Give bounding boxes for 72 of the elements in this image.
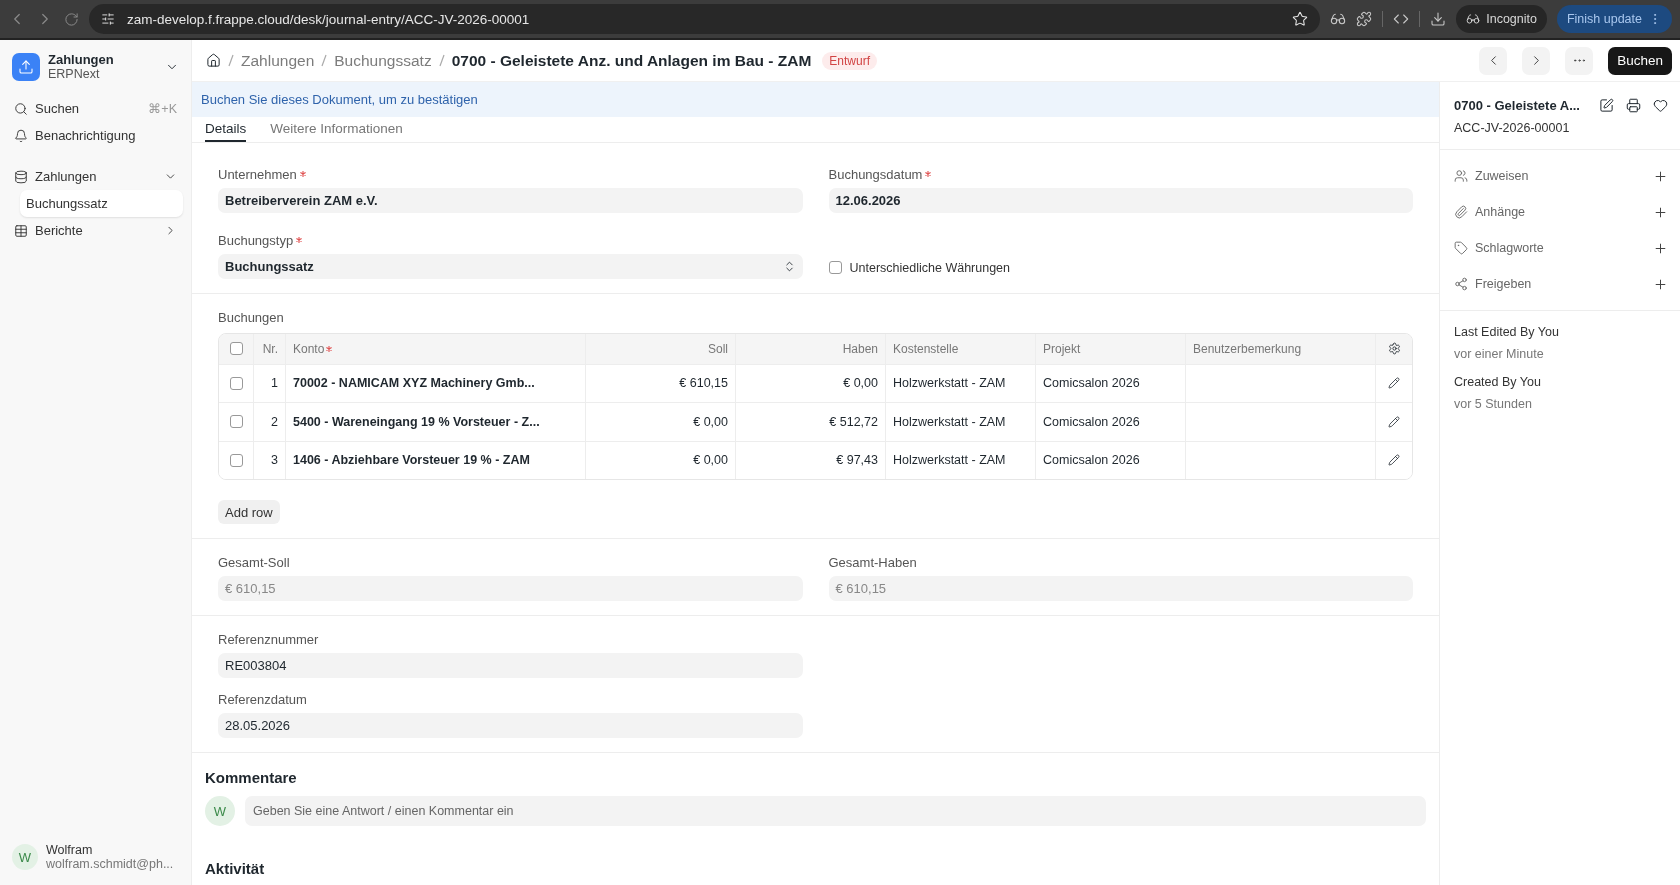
panel-action[interactable]: Zuweisen — [1475, 169, 1646, 183]
table-cell: 5400 - Wareneingang 19 % Vorsteuer - Z... — [285, 403, 585, 441]
user-avatar: W — [12, 844, 38, 870]
tab[interactable]: Details — [205, 117, 247, 142]
table-cell: Comicsalon 2026 — [1035, 403, 1185, 441]
tab[interactable]: Weitere Informationen — [270, 117, 403, 142]
update-button[interactable]: Finish update — [1556, 5, 1672, 33]
sidebar-section[interactable]: Berichte — [8, 217, 183, 244]
select-field[interactable]: Buchungssatz — [218, 253, 803, 279]
column-header: Nr. — [253, 333, 285, 364]
submit-button[interactable]: Buchen — [1608, 46, 1672, 75]
user-email: wolfram.schmidt@ph... — [46, 857, 175, 871]
panel-action[interactable]: Freigeben — [1475, 277, 1646, 291]
column-header: Konto — [285, 333, 585, 364]
status-badge: Entwurf — [822, 51, 878, 70]
column-header: Haben — [735, 333, 885, 364]
user-avatar: W — [205, 796, 235, 826]
section-title: Kommentare — [205, 769, 298, 786]
table-cell: Holzwerkstatt - ZAM — [885, 403, 1035, 441]
table-cell: 1406 - Abziehbare Vorsteuer 19 % - ZAM — [285, 441, 585, 479]
readonly-field: € 610,15 — [218, 576, 803, 601]
meta-time: vor 5 Stunden — [1454, 397, 1533, 411]
column-header: Soll — [585, 333, 735, 364]
panel-action[interactable]: Schlagworte — [1475, 241, 1646, 255]
input-field[interactable]: RE003804 — [218, 653, 803, 678]
checkbox-label: Unterschiedliche Währungen — [849, 260, 1010, 275]
sidebar-item[interactable]: Buchungssatz — [20, 190, 183, 217]
section-label: Buchungen — [218, 309, 285, 325]
table-cell: € 512,72 — [735, 403, 885, 441]
page-title: 0700 - Geleistete Anz. und Anlagen im Bau - ZAM — [451, 51, 812, 70]
column-header: Projekt — [1035, 333, 1185, 364]
meta-time: vor einer Minute — [1454, 347, 1545, 361]
table-cell: Comicsalon 2026 — [1035, 441, 1185, 479]
input-field[interactable]: 12.06.2026 — [828, 187, 1413, 213]
sidebar-item[interactable]: Suchen ⌘+K — [8, 95, 183, 122]
field-label: Buchungsdatum — [828, 166, 1413, 182]
field-label: Unternehmen — [218, 166, 803, 182]
input-field[interactable]: 28.05.2026 — [218, 713, 803, 738]
add-row-button[interactable]: Add row — [218, 500, 280, 524]
document-id: ACC-JV-2026-00001 — [1454, 121, 1571, 135]
address-bar[interactable]: zam-develop.f.frappe.cloud/desk/journal-entry/ACC-JV-2026-00001 — [89, 4, 1321, 34]
app-title: Zahlungen — [48, 52, 115, 67]
section-title: Aktivität — [205, 860, 266, 877]
url-text: zam-develop.f.frappe.cloud/desk/journal-entry/ACC-JV-2026-00001 — [127, 11, 531, 27]
comment-field[interactable]: Geben Sie eine Antwort / einen Kommentar ein — [245, 796, 1426, 826]
meta-label: Last Edited By You — [1454, 325, 1560, 339]
info-banner: Buchen Sie dieses Dokument, um zu bestätigen — [192, 82, 1439, 117]
field-label: Gesamt-Haben — [828, 555, 918, 570]
readonly-field: € 610,15 — [828, 576, 1413, 601]
input-field[interactable]: Betreiberverein ZAM e.V. — [218, 187, 803, 213]
table-cell: € 0,00 — [585, 441, 735, 479]
field-label: Buchungstyp — [218, 232, 803, 248]
field-label: Gesamt-Soll — [218, 555, 291, 570]
app-subtitle: ERPNext — [48, 67, 101, 81]
table-cell: € 0,00 — [585, 403, 735, 441]
breadcrumb-link[interactable]: Zahlungen — [241, 51, 315, 70]
field-label: Referenznummer — [218, 632, 320, 647]
field-label: Referenzdatum — [218, 692, 308, 707]
document-title: 0700 - Geleistete A... — [1454, 98, 1581, 113]
table-cell: Holzwerkstatt - ZAM — [885, 441, 1035, 479]
panel-action[interactable]: Anhänge — [1475, 205, 1646, 219]
table-cell: 2 — [253, 403, 285, 441]
column-header: Benutzerbemerkung — [1185, 333, 1375, 364]
breadcrumb-link[interactable]: Buchungssatz — [334, 51, 432, 70]
table-cell: 3 — [253, 441, 285, 479]
meta-label: Created By You — [1454, 375, 1542, 389]
column-header: Kostenstelle — [885, 333, 1035, 364]
user-name: Wolfram — [46, 843, 94, 857]
sidebar-section[interactable]: Zahlungen — [8, 163, 183, 190]
sidebar-item[interactable]: Benachrichtigung — [8, 122, 183, 149]
table-cell: € 97,43 — [735, 441, 885, 479]
incognito-badge: Incognito — [1456, 5, 1547, 33]
